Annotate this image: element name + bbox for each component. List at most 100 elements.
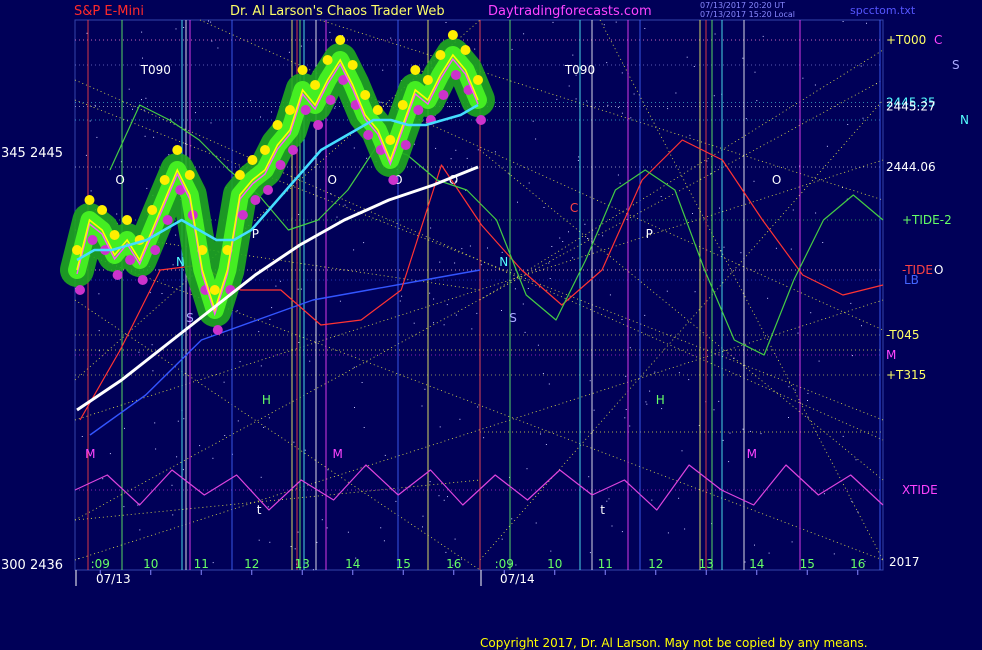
low-marker [275, 160, 286, 170]
star-dot [728, 461, 730, 463]
star-dot [268, 417, 270, 419]
star-dot [128, 88, 130, 90]
star-dot [85, 154, 87, 156]
low-marker [313, 120, 324, 130]
star-dot [344, 204, 346, 206]
star-dot [279, 280, 281, 282]
star-dot [822, 242, 824, 243]
star-dot [624, 417, 626, 419]
star-dot [760, 433, 762, 435]
star-dot [124, 427, 125, 429]
star-dot [588, 476, 590, 478]
star-dot [684, 528, 686, 530]
low-marker [137, 275, 148, 285]
star-dot [794, 389, 796, 391]
marker-label-o: O [772, 173, 781, 187]
right-level-label: O [934, 263, 943, 277]
star-dot [353, 147, 355, 149]
star-dot [239, 361, 241, 363]
star-dot [175, 28, 177, 30]
right-level-label: 2444.06 [886, 160, 936, 174]
star-dot [742, 428, 744, 430]
high-marker [360, 90, 371, 100]
star-dot [422, 526, 423, 528]
star-dot [271, 111, 272, 113]
x-tick-label: 15 [396, 557, 411, 571]
star-dot [339, 300, 341, 302]
low-marker [325, 95, 336, 105]
star-dot [94, 104, 96, 106]
right-level-label: LB [904, 273, 919, 287]
year-label: 2017 [889, 555, 920, 569]
star-dot [450, 158, 452, 160]
low-marker [450, 70, 461, 80]
star-dot [445, 551, 447, 553]
star-dot [833, 553, 835, 555]
star-dot [823, 493, 825, 495]
star-dot [517, 201, 518, 203]
right-level-label: N [960, 113, 969, 127]
high-marker [122, 215, 133, 225]
star-dot [361, 382, 363, 383]
star-dot [645, 401, 647, 403]
x-tick-label: 13 [295, 557, 310, 571]
copyright-notice: Copyright 2017, Dr. Al Larson. May not b… [480, 636, 868, 650]
star-dot [651, 499, 653, 501]
star-dot [455, 314, 457, 316]
star-dot [298, 342, 300, 343]
star-dot [860, 65, 862, 67]
star-dot [401, 295, 403, 297]
right-level-label: M [886, 348, 896, 362]
star-dot [644, 314, 646, 316]
star-dot [161, 293, 163, 294]
star-dot [807, 400, 808, 401]
star-dot [170, 118, 171, 120]
marker-label-m: M [747, 447, 757, 461]
low-marker [438, 90, 449, 100]
high-marker [397, 100, 408, 110]
star-dot [862, 117, 864, 119]
star-dot [151, 344, 153, 346]
star-dot [176, 456, 178, 458]
star-dot [483, 437, 485, 439]
marker-label-c: C [570, 201, 578, 215]
star-dot [269, 318, 271, 320]
high-marker [460, 45, 471, 55]
low-marker [162, 215, 173, 225]
star-dot [807, 392, 809, 394]
marker-label-t: t [257, 503, 262, 517]
marker-label-o: O [328, 173, 337, 187]
star-dot [123, 506, 125, 508]
star-dot [86, 32, 88, 34]
star-dot [175, 234, 177, 236]
star-dot [649, 390, 651, 392]
star-dot [494, 151, 496, 153]
star-dot [745, 118, 747, 120]
star-dot [718, 400, 720, 402]
star-dot [815, 212, 817, 214]
star-dot [471, 328, 473, 330]
marker-label-m: M [85, 447, 95, 461]
star-dot [609, 294, 611, 296]
geometry-line [74, 299, 481, 571]
star-dot [177, 420, 179, 422]
star-dot [454, 262, 456, 264]
star-dot [443, 499, 445, 501]
x-tick-label: 16 [446, 557, 461, 571]
star-dot [263, 427, 265, 428]
high-marker [159, 175, 170, 185]
low-marker [212, 325, 223, 335]
star-dot [211, 40, 213, 42]
star-dot [102, 478, 104, 480]
star-dot [619, 182, 621, 184]
star-dot [528, 182, 530, 184]
star-dot [154, 422, 156, 424]
star-dot [288, 51, 290, 53]
star-dot [146, 187, 148, 189]
geometry-line [599, 19, 884, 561]
low-marker [476, 115, 486, 125]
star-dot [568, 85, 570, 87]
x-tick-label: 10 [143, 557, 158, 571]
star-dot [678, 497, 680, 499]
star-dot [446, 304, 448, 306]
